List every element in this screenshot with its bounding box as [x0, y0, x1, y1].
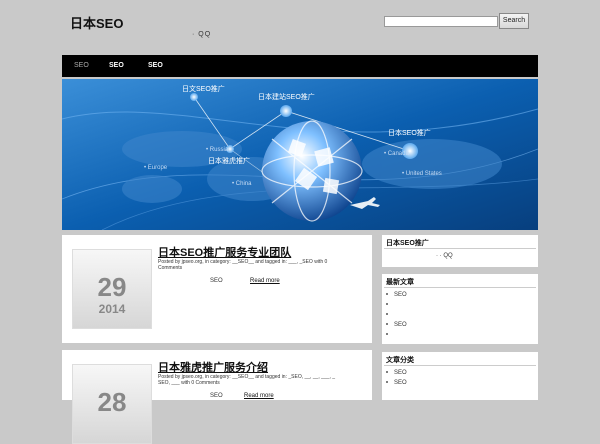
widget-list-item[interactable]	[386, 312, 394, 318]
post-card-1: 29 2014 日本SEO推广服务专业团队 Posted by jpseo.or…	[62, 235, 372, 343]
widget-list-item[interactable]: SEO	[386, 322, 407, 328]
search-button[interactable]: Search	[499, 13, 529, 29]
post-date-year: 2014	[98, 302, 126, 316]
post-date-badge: 28	[72, 364, 152, 444]
sidebar-widget-recent-posts: 最新文章 SEO SEO	[382, 274, 538, 344]
site-tagline: · QQ	[192, 31, 212, 38]
widget-list-item[interactable]	[386, 302, 394, 308]
sidebar-widget-about: 日本SEO推广 · · QQ	[382, 235, 538, 267]
banner-label: 日本SEO推广	[388, 128, 431, 137]
post-excerpt: SEO	[210, 393, 223, 399]
site-title[interactable]: 日本SEO	[70, 13, 123, 32]
read-more-link[interactable]: Read more	[250, 278, 280, 284]
post-card-2: 28 日本雅虎推广服务介绍 Posted by jpseo.org, in ca…	[62, 350, 372, 444]
widget-text: · · QQ	[436, 253, 453, 259]
banner-label: 日本雅虎推广	[208, 156, 250, 165]
post-excerpt: SEO	[210, 278, 223, 284]
widget-list-item[interactable]	[386, 332, 394, 338]
widget-divider	[384, 248, 536, 249]
sidebar-widget-categories: 文章分类 SEO SEO	[382, 352, 538, 400]
map-label: • Europe	[144, 165, 168, 171]
header-banner: 日文SEO推广日本建站SEO推广日本SEO推广日本雅虎推广 • Europe • R…	[62, 79, 538, 230]
post-title-link[interactable]: 日本雅虎推广服务介绍	[158, 359, 268, 375]
main-nav: SEO SEO SEO	[62, 55, 538, 77]
post-date-day: 29	[97, 272, 127, 302]
widget-title: 日本SEO推广	[386, 240, 429, 247]
bullet-icon	[386, 323, 388, 326]
bullet-icon	[386, 381, 388, 384]
post-meta: Posted by jpseo.org, in category: __SEO_…	[158, 259, 358, 271]
nav-item-2[interactable]: SEO	[109, 62, 124, 69]
bullet-icon	[386, 303, 388, 306]
map-label: • Canada	[384, 151, 409, 157]
banner-image: 日文SEO推广日本建站SEO推广日本SEO推广日本雅虎推广 • Europe • R…	[62, 79, 538, 230]
post-date-badge: 29 2014	[72, 249, 152, 329]
widget-title: 文章分类	[386, 357, 414, 364]
post-title-link[interactable]: 日本SEO推广服务专业团队	[158, 244, 291, 260]
widget-list-item[interactable]: SEO	[386, 370, 407, 376]
banner-label: 日文SEO推广	[182, 84, 225, 93]
post-meta-line: SEO, ___ with 0 Comments	[158, 380, 220, 386]
map-label: • Russia	[206, 147, 229, 153]
banner-label: 日本建站SEO推广	[258, 92, 315, 101]
widget-list-item[interactable]: SEO	[386, 292, 407, 298]
post-meta-line: Comments	[158, 265, 183, 271]
widget-divider	[384, 365, 536, 366]
map-label: • China	[232, 181, 252, 187]
read-more-link[interactable]: Read more	[244, 393, 274, 399]
post-date-day: 28	[97, 387, 127, 417]
map-label: • United States	[402, 171, 442, 177]
bullet-icon	[386, 333, 388, 336]
search-input[interactable]	[384, 16, 498, 27]
widget-divider	[384, 287, 536, 288]
bullet-icon	[386, 371, 388, 374]
bullet-icon	[386, 313, 388, 316]
widget-title: 最新文章	[386, 279, 414, 286]
nav-item-1[interactable]: SEO	[74, 62, 89, 69]
bullet-icon	[386, 293, 388, 296]
post-meta: Posted by jpseo.org, in category: __SEO_…	[158, 374, 358, 386]
widget-list-item[interactable]: SEO	[386, 380, 407, 386]
nav-item-3[interactable]: SEO	[148, 62, 163, 69]
